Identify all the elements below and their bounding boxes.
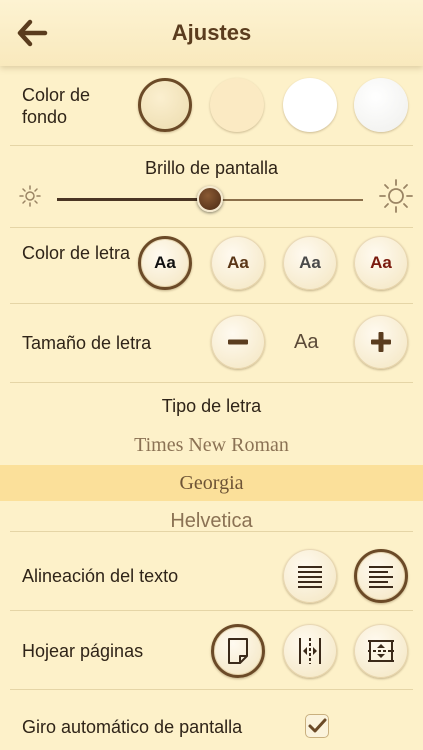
brightness-slider-fill xyxy=(57,198,210,201)
background-swatch-parchment[interactable] xyxy=(138,78,192,132)
divider xyxy=(10,145,413,146)
checkmark-icon xyxy=(308,718,327,733)
alignment-label: Alineación del texto xyxy=(22,566,179,586)
horizontal-scroll-icon xyxy=(299,638,321,664)
text-color-sample: Aa xyxy=(154,253,176,272)
divider xyxy=(10,610,413,611)
text-color-option-red[interactable]: Aa xyxy=(354,236,408,290)
page-turn-horizontal-button[interactable] xyxy=(283,624,337,678)
brightness-slider-thumb[interactable] xyxy=(197,186,223,212)
header: Ajustes xyxy=(0,0,423,66)
sun-small-icon xyxy=(19,185,41,207)
text-color-sample: Aa xyxy=(370,253,392,272)
text-color-option-black[interactable]: Aa xyxy=(138,236,192,290)
minus-icon xyxy=(228,339,248,345)
page-title: Ajustes xyxy=(171,20,252,45)
text-size-sample: Aa xyxy=(294,331,319,353)
brightness-label: Brillo de pantalla xyxy=(144,158,279,178)
align-justify-icon xyxy=(298,566,322,588)
plus-icon xyxy=(371,332,391,352)
auto-rotate-checkbox[interactable] xyxy=(305,714,329,738)
text-size-label: Tamaño de letra xyxy=(22,333,152,353)
background-swatch-white[interactable] xyxy=(283,78,337,132)
divider xyxy=(10,227,413,228)
font-option-georgia[interactable]: Georgia xyxy=(0,465,423,501)
text-color-label: Color de letra xyxy=(22,243,131,263)
background-color-label: Color de fondo xyxy=(22,85,91,127)
page-turn-label: Hojear páginas xyxy=(22,641,144,661)
text-color-sample: Aa xyxy=(227,253,249,272)
align-left-button[interactable] xyxy=(354,549,408,603)
page-turn-curl-button[interactable] xyxy=(211,624,265,678)
divider xyxy=(10,531,413,532)
page-turn-vertical-button[interactable] xyxy=(354,624,408,678)
increase-size-button[interactable] xyxy=(354,315,408,369)
auto-rotate-label: Giro automático de pantalla xyxy=(22,717,243,737)
vertical-scroll-icon xyxy=(368,640,394,662)
divider xyxy=(10,689,413,690)
sun-large-icon xyxy=(379,179,413,213)
page-curl-icon xyxy=(228,638,248,664)
text-color-sample: Aa xyxy=(299,253,321,272)
divider xyxy=(10,382,413,383)
align-justify-button[interactable] xyxy=(283,549,337,603)
background-swatch-cream[interactable] xyxy=(210,78,264,132)
decrease-size-button[interactable] xyxy=(211,315,265,369)
text-color-option-gray[interactable]: Aa xyxy=(283,236,337,290)
align-left-icon xyxy=(369,566,393,588)
font-family-label: Tipo de letra xyxy=(161,396,262,416)
font-option-times[interactable]: Times New Roman xyxy=(0,430,423,460)
background-swatch-paper[interactable] xyxy=(354,78,408,132)
text-color-option-brown[interactable]: Aa xyxy=(211,236,265,290)
divider xyxy=(10,303,413,304)
